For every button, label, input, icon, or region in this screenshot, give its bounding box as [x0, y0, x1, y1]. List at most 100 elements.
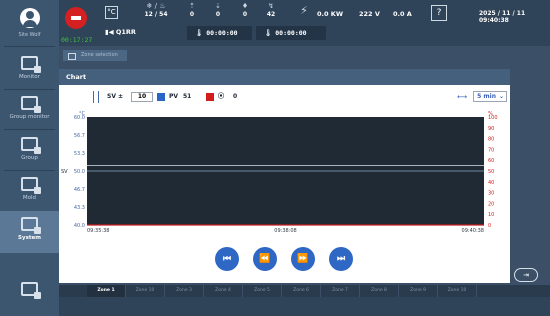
- top-bar: 00:17:27 °C ❄ / ♨ 12 / 54 ⇡ 0 ⇣ 0 ♦ 0 ↯ …: [59, 0, 550, 46]
- pv-label: PV: [169, 93, 179, 100]
- x-tick-label: 09:35:38: [87, 228, 109, 234]
- mold-label: Q1RR: [115, 28, 136, 36]
- sidebar-item-label: Mold: [22, 195, 37, 201]
- temperature-chart: °C60.056.753.350.046.743.340.0%100908070…: [61, 111, 498, 234]
- y-right-tick-label: 20: [488, 201, 494, 207]
- user-block[interactable]: Site Wolf: [0, 0, 59, 46]
- y-left-tick-label: 40.0: [74, 223, 85, 229]
- interval-select[interactable]: 5 min ⌄: [473, 91, 507, 102]
- alarm-icon: ♦: [241, 2, 249, 10]
- plot-area: °C 60.0 56.7 53.3 50.0 46.7 43.3 40.0% 100 90 80 70…: [59, 107, 510, 245]
- system-icon: [21, 217, 41, 234]
- group-monitor-icon: [21, 96, 41, 113]
- sidebar-item-monitor[interactable]: Monitor: [0, 50, 59, 90]
- mold-name: ▮◀ Q1RR: [105, 28, 136, 36]
- zones-stat: ❄ / ♨ 12 / 54: [139, 2, 173, 18]
- sidebar-item-label: Group monitor: [9, 114, 50, 120]
- y-right-tick-label: 90: [488, 126, 494, 132]
- bottom-strip: [59, 297, 550, 316]
- stop-button[interactable]: [65, 7, 87, 29]
- y-right-tick-label: 60: [488, 158, 494, 164]
- tab-zone[interactable]: Zone 5: [243, 285, 282, 297]
- sidebar-item-group-monitor[interactable]: Group monitor: [0, 90, 59, 130]
- chart-legend: SV ± 10 PV 51 ⦿ 0 ⟷ 5 min ⌄: [59, 91, 510, 103]
- y-left-tick-label: 50.0: [74, 169, 85, 175]
- timer-2[interactable]: 🌡 00:00:00: [256, 26, 326, 40]
- zone-selection-button[interactable]: Zone selection: [63, 50, 127, 61]
- y-right-tick-label: 70: [488, 147, 494, 153]
- fast-forward-button[interactable]: ⏩: [291, 247, 315, 271]
- tab-zone[interactable]: Zone 3: [165, 285, 204, 297]
- mold-icon: ▮◀: [105, 28, 116, 36]
- sv-marker-label: SV: [61, 169, 68, 175]
- user-icon: [20, 8, 40, 28]
- power-icon: ↯: [268, 2, 274, 10]
- timer-1[interactable]: 🌡 00:00:00: [187, 26, 252, 40]
- cool-stat: ⇣ 0: [209, 2, 227, 18]
- skip-end-button[interactable]: ⏭: [329, 247, 353, 271]
- group-icon: [21, 137, 41, 154]
- y-right-tick-label: 40: [488, 180, 494, 186]
- y-right-tick-label: 0: [488, 223, 491, 229]
- output-icon: ⦿: [218, 93, 225, 100]
- tab-zone[interactable]: Zone 8: [360, 285, 399, 297]
- timer-2-value: 00:00:00: [275, 29, 307, 37]
- panel-title: Chart: [59, 69, 510, 85]
- heat-icon: ⇡: [189, 2, 195, 10]
- x-tick-label: 09:40:38: [462, 228, 484, 234]
- y-left-tick-label: 43.3: [74, 205, 85, 211]
- heat-stat: ⇡ 0: [183, 2, 201, 18]
- y-left-tick-label: 60.0: [74, 115, 85, 121]
- sidebar: Site Wolf Monitor Group monitor Group Mo…: [0, 0, 59, 316]
- skip-start-button[interactable]: ⏮: [215, 247, 239, 271]
- zone-selection-bar: Zone selection: [59, 50, 550, 62]
- monitor-icon: [21, 56, 41, 73]
- tab-zone[interactable]: Zone 6: [282, 285, 321, 297]
- chevron-down-icon: ⌄: [498, 93, 504, 100]
- run-time: 00:17:27: [61, 36, 93, 44]
- tab-zone[interactable]: Zone 7: [321, 285, 360, 297]
- sidebar-item-label: Group: [21, 155, 38, 161]
- tab-zone[interactable]: Zone 9: [399, 285, 438, 297]
- tab-zone[interactable]: Zone 1: [87, 285, 126, 297]
- y-right-tick-label: 80: [488, 137, 494, 143]
- sidebar-item-label: Monitor: [19, 74, 40, 80]
- tab-zone[interactable]: Zone 10: [126, 285, 165, 297]
- timer-1-value: 00:00:00: [206, 29, 238, 37]
- tab-zone[interactable]: Zone 10: [438, 285, 477, 297]
- datetime: 2025 / 11 / 11 09:40:38: [479, 10, 526, 24]
- sv-range-input[interactable]: 10: [131, 92, 153, 102]
- help-button[interactable]: ?: [431, 5, 447, 21]
- sidebar-item-system[interactable]: System: [0, 211, 59, 253]
- divider: [4, 46, 55, 47]
- zone-tabs: Zone 1 Zone 10 Zone 3 Zone 4 Zone 5 Zone…: [59, 285, 550, 297]
- power-value: 0: [233, 93, 238, 100]
- sidebar-item-mold[interactable]: Mold: [0, 171, 59, 211]
- y-right-tick-label: 10: [488, 212, 494, 218]
- sv-label: SV ±: [107, 93, 124, 100]
- rewind-button[interactable]: ⏪: [253, 247, 277, 271]
- x-tick-label: 09:38:08: [274, 228, 296, 234]
- energy-stat: ⚡: [297, 4, 311, 18]
- pv-value: 51: [183, 93, 192, 100]
- y-right-tick-label: 30: [488, 191, 494, 197]
- interval-value: 5 min: [477, 93, 496, 100]
- divider: [4, 129, 55, 130]
- exit-button[interactable]: ⇥: [514, 268, 538, 282]
- sidebar-item-group[interactable]: Group: [0, 131, 59, 171]
- app-root: Site Wolf Monitor Group monitor Group Mo…: [0, 0, 550, 316]
- zones-icon: ❄ / ♨: [146, 2, 166, 10]
- sidebar-item-settings[interactable]: [0, 276, 59, 316]
- y-left-tick-label: 56.7: [74, 133, 85, 139]
- power-color-swatch: [206, 93, 214, 101]
- unit-toggle[interactable]: °C: [105, 6, 118, 19]
- power-value: 0.0 KW: [317, 10, 343, 18]
- y-left-tick-label: 53.3: [74, 151, 85, 157]
- sv-range-icon: [93, 91, 99, 103]
- user-name: Site Wolf: [18, 32, 41, 38]
- mold-icon: [21, 177, 41, 194]
- tab-zone[interactable]: Zone 4: [204, 285, 243, 297]
- voltage-value: 222 V: [359, 10, 380, 18]
- pv-color-swatch: [157, 93, 165, 101]
- y-right-tick-label: 100: [488, 115, 498, 121]
